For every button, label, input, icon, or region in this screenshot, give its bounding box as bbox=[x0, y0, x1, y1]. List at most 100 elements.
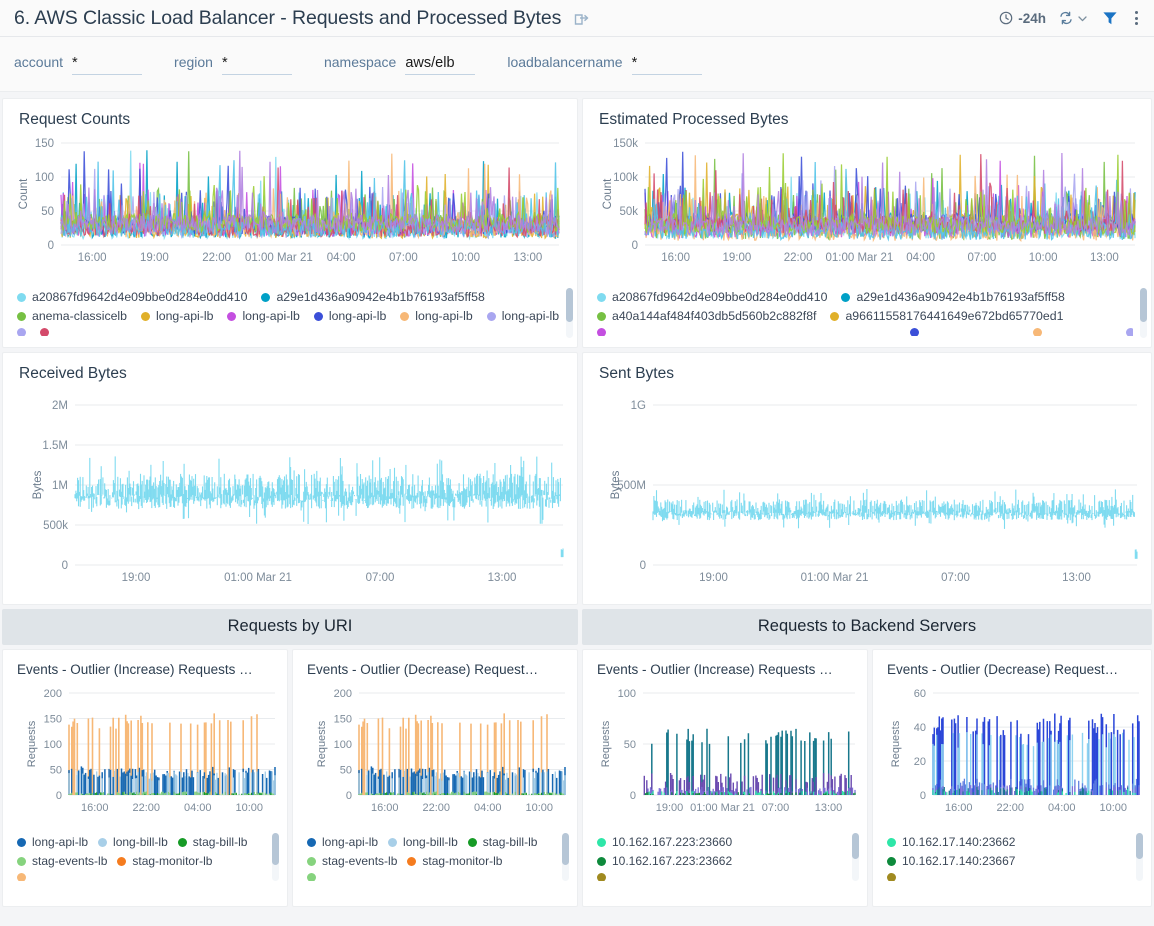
legend-item[interactable]: long-bill-lb bbox=[98, 835, 168, 849]
refresh-icon bbox=[1058, 10, 1074, 26]
legend-color-dot bbox=[40, 328, 49, 336]
header-actions: -24h bbox=[999, 9, 1142, 27]
legend-item[interactable]: a96611558176441649e672bd65770ed1 bbox=[830, 309, 1063, 323]
panel-estimated-processed-bytes: Estimated Processed Bytes 050k100k150kCo… bbox=[582, 98, 1152, 348]
dashboard-row-3: Events - Outlier (Increase) Requests … 0… bbox=[0, 649, 1154, 911]
legend-scrollbar[interactable] bbox=[272, 833, 279, 881]
legend-item[interactable]: stag-bill-lb bbox=[468, 835, 538, 849]
legend-item[interactable]: long-api-lb bbox=[487, 309, 559, 323]
legend-backend-increase[interactable]: 10.162.167.223:23660 10.162.167.223:2366… bbox=[583, 829, 867, 889]
legend-uri-decrease[interactable]: long-api-lb long-bill-lb stag-bill-lb st… bbox=[293, 829, 577, 889]
legend-item[interactable]: stag-monitor-lb bbox=[117, 854, 212, 868]
legend-estimated-processed-bytes[interactable]: a20867fd9642d4e09bbe0d284e0dd410 a29e1d4… bbox=[583, 284, 1151, 346]
svg-text:07:00: 07:00 bbox=[967, 252, 996, 264]
filter-namespace[interactable]: namespace aws/elb bbox=[318, 54, 475, 75]
legend-item-label: long-bill-lb bbox=[403, 835, 458, 849]
chart-received-bytes[interactable]: 0500k1M1.5M2MBytes19:0001:00 Mar 2107:00… bbox=[3, 383, 577, 605]
legend-item[interactable]: long-api-lb bbox=[227, 309, 299, 323]
svg-text:50: 50 bbox=[50, 765, 62, 777]
filter-region-value[interactable]: * bbox=[222, 55, 292, 75]
legend-item-label: anema-classicelb bbox=[32, 309, 127, 323]
filter-account[interactable]: account * bbox=[8, 54, 142, 75]
chart-estimated-processed-bytes[interactable]: 050k100k150kCount16:0019:0022:0001:00 Ma… bbox=[583, 129, 1151, 284]
legend-color-dot bbox=[141, 312, 150, 321]
legend-color-dot bbox=[307, 873, 316, 881]
legend-item[interactable]: a40a144af484f403db5d560b2c882f8f bbox=[597, 309, 816, 323]
filter-bar: account * region * namespace aws/elb loa… bbox=[0, 37, 1154, 92]
panel-title-sent-bytes: Sent Bytes bbox=[583, 353, 1151, 383]
legend-scrollbar[interactable] bbox=[566, 288, 573, 338]
legend-item[interactable]: stag-events-lb bbox=[17, 854, 107, 868]
legend-uri-increase[interactable]: long-api-lb long-bill-lb stag-bill-lb st… bbox=[3, 829, 287, 889]
legend-clipped-row bbox=[597, 328, 1133, 336]
legend-item[interactable]: stag-events-lb bbox=[307, 854, 397, 868]
legend-scrollbar[interactable] bbox=[1140, 288, 1147, 338]
svg-text:16:00: 16:00 bbox=[371, 802, 399, 814]
legend-clipped-row bbox=[17, 873, 269, 881]
svg-text:01:00 Mar 21: 01:00 Mar 21 bbox=[224, 572, 292, 584]
filter-loadbalancername-value[interactable]: * bbox=[632, 55, 702, 75]
svg-text:04:00: 04:00 bbox=[184, 802, 212, 814]
legend-item[interactable]: long-bill-lb bbox=[388, 835, 458, 849]
legend-scrollbar[interactable] bbox=[852, 833, 859, 881]
svg-text:10:00: 10:00 bbox=[525, 802, 553, 814]
filter-region[interactable]: region * bbox=[168, 54, 292, 75]
time-range-label: -24h bbox=[1018, 11, 1046, 26]
chart-sent-bytes[interactable]: 0500M1GBytes19:0001:00 Mar 2107:0013:00 bbox=[583, 383, 1151, 605]
svg-text:0: 0 bbox=[920, 790, 926, 802]
legend-item[interactable]: 10.162.167.223:23662 bbox=[597, 854, 732, 868]
filter-namespace-value[interactable]: aws/elb bbox=[405, 55, 475, 75]
legend-color-dot bbox=[98, 838, 107, 847]
legend-color-dot bbox=[887, 857, 896, 866]
legend-item-label: stag-events-lb bbox=[322, 854, 397, 868]
share-export-icon[interactable] bbox=[573, 10, 590, 27]
legend-item-label: 10.162.167.223:23662 bbox=[612, 854, 732, 868]
legend-item[interactable]: a29e1d436a90942e4b1b76193af5ff58 bbox=[261, 290, 484, 304]
legend-clipped-row bbox=[307, 873, 559, 881]
legend-item[interactable]: long-api-lb bbox=[400, 309, 472, 323]
filter-account-value[interactable]: * bbox=[72, 55, 142, 75]
dashboard-row-2: Received Bytes 0500k1M1.5M2MBytes19:0001… bbox=[0, 352, 1154, 609]
filter-button[interactable] bbox=[1101, 9, 1119, 27]
legend-item-label: stag-monitor-lb bbox=[422, 854, 502, 868]
svg-text:04:00: 04:00 bbox=[1048, 802, 1076, 814]
svg-text:40: 40 bbox=[914, 722, 926, 734]
chart-backend-increase[interactable]: 050100Requests19:0001:00 Mar 2107:0013:0… bbox=[583, 677, 867, 829]
svg-text:19:00: 19:00 bbox=[122, 572, 151, 584]
legend-item[interactable]: 10.162.17.140:23662 bbox=[887, 835, 1015, 849]
legend-item[interactable]: stag-bill-lb bbox=[178, 835, 248, 849]
legend-item[interactable]: long-api-lb bbox=[307, 835, 378, 849]
legend-item[interactable]: stag-monitor-lb bbox=[407, 854, 502, 868]
legend-scrollbar[interactable] bbox=[562, 833, 569, 881]
legend-item[interactable]: long-api-lb bbox=[314, 309, 386, 323]
legend-scrollbar[interactable] bbox=[1136, 833, 1143, 881]
svg-text:13:00: 13:00 bbox=[1090, 252, 1119, 264]
panel-uri-increase: Events - Outlier (Increase) Requests … 0… bbox=[2, 649, 288, 907]
legend-request-counts[interactable]: a20867fd9642d4e09bbe0d284e0dd410 a29e1d4… bbox=[3, 284, 577, 346]
legend-row: 10.162.167.223:23660 bbox=[597, 835, 849, 849]
svg-text:500k: 500k bbox=[43, 520, 68, 532]
svg-text:04:00: 04:00 bbox=[474, 802, 502, 814]
legend-item[interactable]: long-api-lb bbox=[17, 835, 88, 849]
panel-title-received-bytes: Received Bytes bbox=[3, 353, 577, 383]
svg-text:Bytes: Bytes bbox=[32, 470, 44, 499]
chart-uri-increase[interactable]: 050100150200Requests16:0022:0004:0010:00 bbox=[3, 677, 287, 829]
legend-item-label: a29e1d436a90942e4b1b76193af5ff58 bbox=[856, 290, 1064, 304]
legend-item[interactable]: anema-classicelb bbox=[17, 309, 127, 323]
legend-item[interactable]: a20867fd9642d4e09bbe0d284e0dd410 bbox=[597, 290, 827, 304]
kebab-menu-icon[interactable] bbox=[1131, 9, 1142, 27]
legend-item[interactable]: a20867fd9642d4e09bbe0d284e0dd410 bbox=[17, 290, 247, 304]
filter-loadbalancername[interactable]: loadbalancername * bbox=[501, 54, 701, 75]
chart-backend-decrease[interactable]: 0204060Requests16:0022:0004:0010:00 bbox=[873, 677, 1151, 829]
legend-item[interactable]: a29e1d436a90942e4b1b76193af5ff58 bbox=[841, 290, 1064, 304]
refresh-button[interactable] bbox=[1058, 10, 1089, 26]
legend-item-label: a40a144af484f403db5d560b2c882f8f bbox=[612, 309, 816, 323]
chart-request-counts[interactable]: 050100150Count16:0019:0022:0001:00 Mar 2… bbox=[3, 129, 577, 284]
legend-backend-decrease[interactable]: 10.162.17.140:23662 10.162.17.140:23667 bbox=[873, 829, 1151, 889]
legend-item[interactable]: 10.162.17.140:23667 bbox=[887, 854, 1015, 868]
legend-item[interactable]: long-api-lb bbox=[141, 309, 213, 323]
time-range-picker[interactable]: -24h bbox=[999, 11, 1046, 26]
legend-row: a20867fd9642d4e09bbe0d284e0dd410 a29e1d4… bbox=[17, 290, 559, 304]
chart-uri-decrease[interactable]: 050100150200Requests16:0022:0004:0010:00 bbox=[293, 677, 577, 829]
legend-item[interactable]: 10.162.167.223:23660 bbox=[597, 835, 732, 849]
